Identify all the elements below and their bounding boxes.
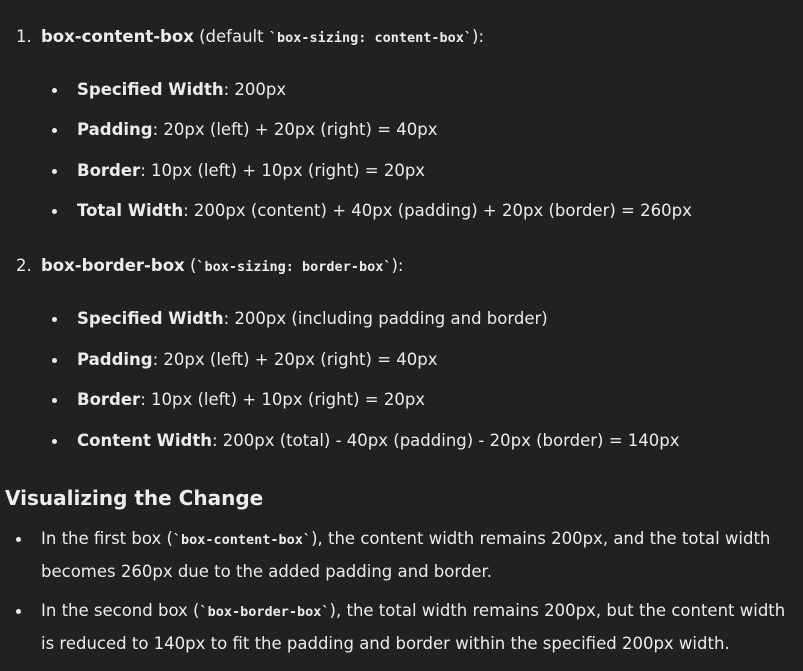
- step-number: 1.: [16, 27, 32, 46]
- list-item: Total Width: 200px (content) + 40px (pad…: [52, 199, 692, 222]
- step-number: 2.: [16, 256, 32, 275]
- item-label: Total Width: [77, 201, 184, 220]
- list-item: In the second box (`box-border-box`), th…: [16, 595, 791, 660]
- item-text: : 10px (left) + 10px (right) = 20px: [140, 390, 426, 409]
- item-label: Border: [77, 390, 141, 409]
- list-item: Padding: 20px (left) + 20px (right) = 40…: [52, 348, 438, 371]
- note-text-pre: In the second box (: [41, 601, 200, 620]
- step-heading: 2. box-border-box (`box-sizing: border-bo…: [16, 254, 403, 277]
- chat-message-content: 1. box-content-box (default `box-sizing: …: [0, 0, 803, 671]
- item-text: : 20px (left) + 20px (right) = 40px: [152, 120, 438, 139]
- item-label: Padding: [77, 350, 153, 369]
- inline-code: `box-sizing: border-box`: [196, 259, 392, 275]
- step-title-pre: (default: [193, 27, 269, 46]
- step-title-pre: (: [184, 256, 197, 275]
- item-label: Content Width: [77, 431, 212, 450]
- inline-code: `box-sizing: content-box`: [268, 30, 473, 46]
- item-text: : 20px (left) + 20px (right) = 40px: [152, 350, 438, 369]
- item-text: : 200px: [223, 80, 287, 99]
- list-item: Content Width: 200px (total) - 40px (pad…: [52, 429, 680, 452]
- step-heading: 1. box-content-box (default `box-sizing: …: [16, 25, 484, 48]
- item-label: Specified Width: [77, 309, 224, 328]
- step-title-post: ):: [391, 256, 404, 275]
- item-text: : 10px (left) + 10px (right) = 20px: [140, 161, 426, 180]
- item-text: : 200px (content) + 40px (padding) + 20p…: [183, 201, 692, 220]
- list-item: Specified Width: 200px: [51, 78, 287, 101]
- section-heading: Visualizing the Change: [5, 486, 264, 510]
- list-item: In the first box (`box-content-box`), th…: [16, 523, 791, 588]
- list-item: Specified Width: 200px (including paddin…: [52, 307, 548, 330]
- step-title-post: ):: [472, 27, 485, 46]
- item-text: : 200px (including padding and border): [223, 309, 548, 328]
- list-item: Padding: 20px (left) + 20px (right) = 40…: [52, 118, 438, 141]
- item-text: : 200px (total) - 40px (padding) - 20px …: [211, 431, 680, 450]
- step-title: box-content-box: [41, 27, 194, 46]
- inline-code: `box-content-box`: [172, 532, 312, 548]
- list-item: Border: 10px (left) + 10px (right) = 20p…: [51, 159, 426, 182]
- step-title: box-border-box: [41, 256, 185, 275]
- note-text-pre: In the first box (: [41, 529, 173, 548]
- item-label: Padding: [77, 120, 153, 139]
- list-item: Border: 10px (left) + 10px (right) = 20p…: [51, 388, 426, 411]
- item-label: Specified Width: [77, 80, 224, 99]
- inline-code: `box-border-box`: [199, 604, 330, 620]
- item-label: Border: [77, 161, 141, 180]
